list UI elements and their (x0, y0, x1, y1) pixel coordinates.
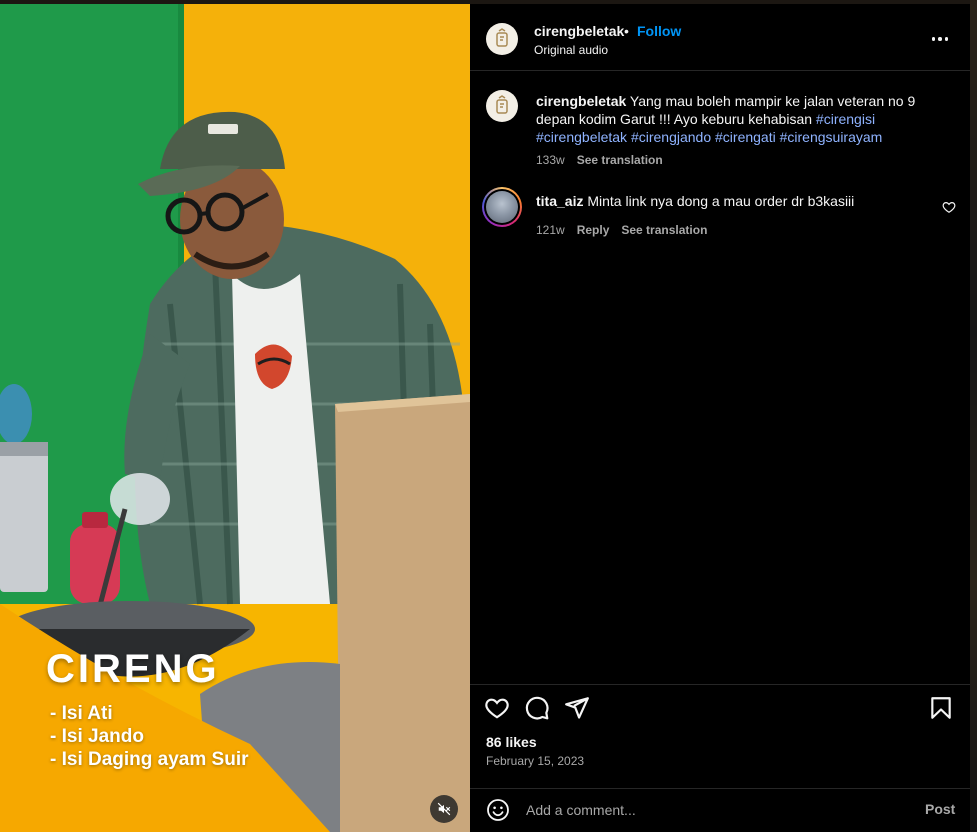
comment-text-block: tita_aiz Minta link nya dong a mau order… (536, 192, 926, 210)
reply-button[interactable]: Reply (577, 223, 610, 237)
comment-age[interactable]: 121w (536, 223, 565, 237)
hashtag-link[interactable]: #cirengsuirayam (780, 129, 883, 145)
instagram-post-modal: CIRENG - Isi Ati - Isi Jando - Isi Dagin… (0, 0, 977, 832)
save-bookmark-icon[interactable] (928, 695, 954, 721)
story-ring[interactable] (482, 187, 522, 227)
caption-item: - Isi Daging ayam Suir (50, 749, 249, 770)
like-comment-heart-icon[interactable] (942, 200, 956, 214)
hashtag-link[interactable]: #cirengjando (631, 129, 711, 145)
more-icon (931, 37, 936, 41)
audio-label[interactable]: Original audio (534, 43, 608, 57)
comment-username[interactable]: tita_aiz (536, 193, 583, 209)
like-heart-icon[interactable] (484, 695, 510, 721)
caption-username[interactable]: cirengbeletak (536, 93, 626, 109)
mute-button[interactable] (430, 795, 458, 823)
post-date[interactable]: February 15, 2023 (486, 754, 584, 768)
comment-composer: Post (470, 788, 970, 832)
post-video[interactable]: CIRENG - Isi Ati - Isi Jando - Isi Dagin… (0, 4, 470, 832)
commenter-avatar (486, 191, 518, 223)
caption-item: - Isi Jando (50, 726, 144, 747)
share-paper-plane-icon[interactable] (564, 695, 590, 721)
caption-text-block: cirengbeletak Yang mau boleh mampir ke j… (536, 92, 926, 146)
video-caption-title: CIRENG (46, 647, 220, 691)
comment-bubble-icon[interactable] (524, 695, 550, 721)
post-sidebar: cirengbeletak • Follow Original audio ci… (470, 4, 970, 832)
video-caption-list: - Isi Ati - Isi Jando - Isi Daging ayam … (50, 702, 249, 771)
add-comment-input[interactable] (526, 798, 906, 822)
author-avatar[interactable] (486, 90, 518, 122)
post-header: cirengbeletak • Follow Original audio (470, 4, 970, 71)
comment-meta: 121w Reply See translation (536, 223, 707, 237)
comment-text: Minta link nya dong a mau order dr b3kas… (587, 193, 855, 209)
author-avatar[interactable] (486, 23, 518, 55)
caption-age[interactable]: 133w (536, 153, 565, 167)
caption-meta: 133w See translation (536, 153, 663, 167)
caption-item: - Isi Ati (50, 703, 113, 724)
author-username[interactable]: cirengbeletak (534, 23, 624, 39)
brand-logo-icon (496, 95, 508, 114)
hashtag-link[interactable]: #cirengati (715, 129, 776, 145)
hashtag-link[interactable]: #cirengisi (816, 111, 875, 127)
brand-logo-icon (496, 28, 508, 47)
see-translation-link[interactable]: See translation (621, 223, 707, 237)
backdrop-strip (970, 0, 977, 832)
separator-dot: • (624, 23, 629, 39)
see-translation-link[interactable]: See translation (577, 153, 663, 167)
hashtag-link[interactable]: #cirengbeletak (536, 129, 627, 145)
follow-button[interactable]: Follow (637, 23, 681, 39)
emoji-smiley-icon[interactable] (486, 798, 510, 822)
like-count[interactable]: 86 likes (486, 734, 537, 750)
post-action-bar (470, 684, 970, 724)
more-options-button[interactable] (928, 31, 952, 47)
speaker-muted-icon (437, 802, 451, 816)
post-comment-button[interactable]: Post (925, 801, 955, 817)
